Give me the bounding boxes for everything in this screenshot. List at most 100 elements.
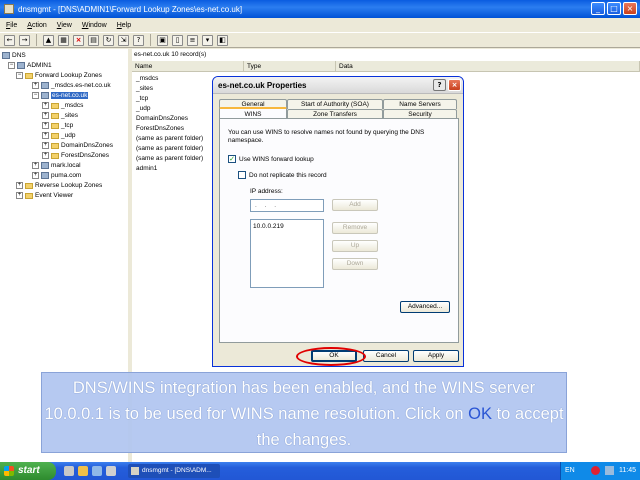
collapse-icon[interactable]: − — [8, 62, 15, 69]
tab-name-servers[interactable]: Name Servers — [383, 99, 457, 109]
tree-node-domaindnszones[interactable]: + DomainDnsZones — [42, 142, 113, 149]
up-button[interactable]: Up — [332, 240, 378, 252]
dialog-close-button[interactable]: × — [448, 79, 461, 91]
security-alert-icon[interactable] — [591, 466, 600, 475]
menu-file[interactable]: File — [6, 22, 17, 29]
results-header: es-net.co.uk 10 record(s) — [134, 51, 207, 58]
list-item[interactable]: _tcp — [134, 95, 148, 102]
close-button[interactable]: × — [623, 2, 637, 15]
refresh-icon[interactable]: ↻ — [103, 34, 114, 46]
expand-icon[interactable]: + — [42, 122, 49, 129]
tree-node-admin1[interactable]: − ADMIN1 — [8, 62, 52, 69]
forward-icon[interactable]: → — [19, 34, 30, 46]
list-item[interactable]: DomainDnsZones — [134, 115, 188, 122]
expand-icon[interactable]: + — [16, 192, 23, 199]
zone-icon — [41, 162, 49, 169]
tree-node-msdcs-zone[interactable]: + _msdcs.es-net.co.uk — [32, 82, 111, 89]
expand-icon[interactable]: + — [32, 172, 39, 179]
delete-icon[interactable]: × — [73, 34, 84, 46]
use-wins-checkbox[interactable]: ✓ Use WINS forward lookup — [228, 155, 314, 163]
server-icon[interactable]: ▣ — [157, 34, 168, 46]
list-item[interactable]: (same as parent folder) — [134, 145, 203, 152]
properties-icon[interactable]: ▤ — [88, 34, 99, 46]
folder-icon — [51, 112, 59, 119]
wins-server-list[interactable]: 10.0.0.219 — [250, 219, 324, 288]
zone-icon — [41, 82, 49, 89]
tree-node-mark-local[interactable]: + mark.local — [32, 162, 81, 169]
zone-icon[interactable]: ◧ — [217, 34, 228, 46]
zone-icon — [41, 172, 49, 179]
show-desktop-icon[interactable] — [64, 466, 74, 476]
tree-node-udp[interactable]: + _udp — [42, 132, 75, 139]
list-item[interactable]: ForestDnsZones — [134, 125, 184, 132]
column-data[interactable]: Data — [336, 61, 640, 72]
tree-node-forward-lookup[interactable]: − Forward Lookup Zones — [16, 72, 102, 79]
cmd-icon[interactable] — [106, 466, 116, 476]
list-item[interactable]: _udp — [134, 105, 150, 112]
tree-node-event-viewer[interactable]: + Event Viewer — [16, 192, 73, 199]
up-folder-icon[interactable]: ▲ — [43, 34, 54, 46]
minimize-button[interactable]: _ — [591, 2, 605, 15]
expand-icon[interactable]: + — [42, 142, 49, 149]
menu-help[interactable]: Help — [117, 22, 131, 29]
tree-node-msdcs[interactable]: + _msdcs — [42, 102, 83, 109]
list-item[interactable]: admin1 — [134, 165, 157, 172]
ok-highlight-ring — [296, 347, 366, 366]
tab-soa[interactable]: Start of Authority (SOA) — [287, 99, 383, 109]
language-indicator[interactable]: EN — [565, 467, 575, 474]
collapse-icon[interactable]: − — [16, 72, 23, 79]
show-tree-icon[interactable]: ▦ — [58, 34, 69, 46]
tree-node-forestdnszones[interactable]: + ForestDnsZones — [42, 152, 109, 159]
tree-node-puma[interactable]: + puma.com — [32, 172, 81, 179]
menu-action[interactable]: Action — [27, 22, 46, 29]
dialog-title: es-net.co.uk Properties — [218, 81, 307, 90]
filter-icon[interactable]: ▾ — [202, 34, 213, 46]
start-button[interactable]: start — [0, 462, 56, 480]
expand-icon[interactable]: + — [42, 132, 49, 139]
ip-address-input[interactable]: . . . — [250, 199, 324, 212]
tree-node-dns[interactable]: DNS — [2, 52, 26, 59]
help-icon[interactable]: ? — [133, 34, 144, 46]
list-item[interactable]: _sites — [134, 85, 153, 92]
expand-icon[interactable]: + — [42, 102, 49, 109]
dialog-help-button[interactable]: ? — [433, 79, 446, 91]
network-icon[interactable] — [605, 466, 614, 475]
expand-icon[interactable]: + — [32, 82, 39, 89]
dns-icon — [2, 52, 10, 59]
tree-node-reverse-lookup[interactable]: + Reverse Lookup Zones — [16, 182, 102, 189]
advanced-button[interactable]: Advanced... — [400, 301, 450, 313]
expand-icon[interactable]: + — [32, 162, 39, 169]
back-icon[interactable]: ← — [4, 34, 15, 46]
maximize-button[interactable]: □ — [607, 2, 621, 15]
cancel-button[interactable]: Cancel — [363, 350, 409, 362]
browser-icon[interactable] — [92, 466, 102, 476]
remove-button[interactable]: Remove — [332, 222, 378, 234]
list-item[interactable]: (same as parent folder) — [134, 155, 203, 162]
zone-icon — [41, 92, 49, 99]
explorer-icon[interactable] — [78, 466, 88, 476]
collapse-icon[interactable]: − — [32, 92, 39, 99]
column-type[interactable]: Type — [244, 61, 336, 72]
down-button[interactable]: Down — [332, 258, 378, 270]
export-icon[interactable]: ⇲ — [118, 34, 129, 46]
apply-button[interactable]: Apply — [413, 350, 459, 362]
list-item[interactable]: (same as parent folder) — [134, 135, 203, 142]
folder-icon — [51, 142, 59, 149]
tree-node-es-net[interactable]: − es-net.co.uk — [32, 92, 89, 99]
add-button[interactable]: Add — [332, 199, 378, 211]
menu-window[interactable]: Window — [82, 22, 107, 29]
tree-node-sites[interactable]: + _sites — [42, 112, 78, 119]
column-name[interactable]: Name — [132, 61, 244, 72]
tree-node-tcp[interactable]: + _tcp — [42, 122, 73, 129]
expand-icon[interactable]: + — [42, 152, 49, 159]
no-replicate-checkbox[interactable]: Do not replicate this record — [238, 171, 327, 179]
expand-icon[interactable]: + — [42, 112, 49, 119]
menu-view[interactable]: View — [57, 22, 72, 29]
list-icon[interactable]: ≡ — [187, 34, 198, 46]
record-icon[interactable]: ▯ — [172, 34, 183, 46]
wins-server-entry[interactable]: 10.0.0.219 — [253, 223, 321, 230]
clock: 11:45 — [619, 467, 636, 474]
expand-icon[interactable]: + — [16, 182, 23, 189]
taskbar-dnsmgmt-button[interactable]: dnsmgmt - [DNS\ADM... — [128, 464, 220, 478]
list-item[interactable]: _msdcs — [134, 75, 158, 82]
